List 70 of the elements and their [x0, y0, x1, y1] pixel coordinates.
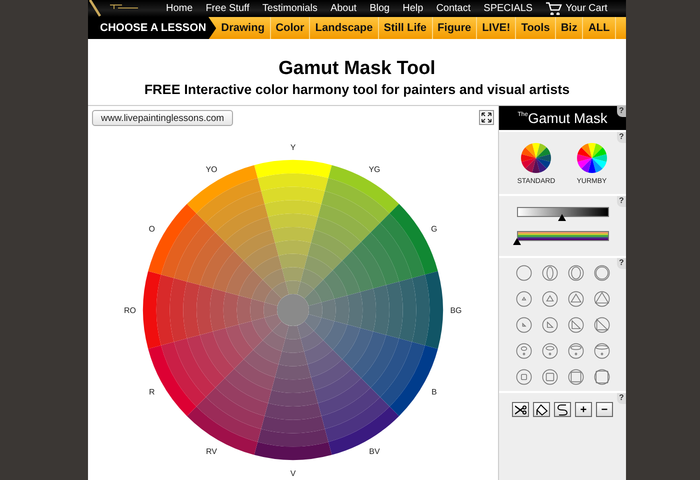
lens-mask-icon[interactable] [568, 264, 584, 280]
hue-label: RV [206, 447, 217, 456]
hue-label: G [431, 224, 438, 234]
help-badge[interactable]: ? [617, 106, 626, 117]
page-title: Gamut Mask Tool [278, 58, 436, 80]
nav-link[interactable]: About [330, 3, 357, 14]
hue-label: B [432, 388, 437, 396]
hue-label: BV [369, 447, 380, 456]
lesson-tab[interactable]: Landscape [310, 17, 379, 40]
nav-link[interactable]: Help [402, 3, 424, 14]
bowl-mask-icon[interactable] [568, 342, 584, 358]
help-badge[interactable]: ? [617, 196, 626, 207]
cart-icon [546, 2, 562, 15]
hue-label: Y [290, 143, 296, 152]
nav-link[interactable]: Free Stuff [206, 3, 250, 14]
hue-label: YG [368, 164, 380, 174]
lesson-tab[interactable]: Biz [556, 17, 584, 40]
hue-label: V [290, 469, 296, 478]
nav-link[interactable]: Contact [436, 3, 471, 14]
lesson-tab[interactable]: Drawing [216, 17, 271, 40]
color-wheel-icon[interactable] [576, 142, 608, 174]
curve-tool-button[interactable] [554, 402, 571, 417]
corner-mask-icon[interactable] [568, 316, 584, 332]
triangle-mask-icon[interactable] [594, 290, 610, 306]
help-badge[interactable]: ? [617, 393, 626, 404]
corner-mask-icon[interactable] [542, 316, 558, 332]
help-badge[interactable]: ? [617, 258, 626, 269]
bowl-mask-icon[interactable] [542, 342, 558, 358]
lens-mask-icon[interactable] [516, 264, 532, 280]
square-mask-icon[interactable] [516, 368, 532, 384]
bucket-tool-button[interactable] [533, 402, 550, 417]
lesson-tab[interactable]: Figure [432, 17, 478, 40]
triangle-mask-icon[interactable] [542, 290, 558, 306]
lesson-tab[interactable]: Tools [516, 17, 556, 40]
choose-lesson-label: CHOOSE A LESSON [88, 17, 216, 40]
hue-label: O [148, 224, 155, 234]
color-wheel-icon[interactable] [520, 142, 552, 174]
lesson-tab[interactable]: ALL [583, 17, 616, 40]
square-mask-icon[interactable] [542, 368, 558, 384]
nav-link[interactable]: Blog [370, 3, 390, 14]
nav-link[interactable]: Home [166, 3, 193, 14]
hue-label: R [148, 388, 155, 396]
corner-mask-icon[interactable] [594, 316, 610, 332]
website-button[interactable]: www.livepaintinglessons.com [92, 110, 234, 126]
nav-link[interactable]: Testimonials [262, 3, 318, 14]
bowl-mask-icon[interactable] [594, 342, 610, 358]
lens-mask-icon[interactable] [542, 264, 558, 280]
value-slider[interactable] [516, 207, 608, 221]
lesson-tab[interactable]: Still Life [378, 17, 433, 40]
help-badge[interactable]: ? [617, 132, 626, 143]
nav-link[interactable]: SPECIALS [484, 3, 533, 14]
lesson-tab[interactable]: Color [270, 17, 310, 40]
fullscreen-icon[interactable] [479, 110, 494, 125]
bowl-mask-icon[interactable] [516, 342, 532, 358]
nav-link[interactable]: Your Cart [546, 2, 608, 15]
color-wheel-drawing[interactable] [143, 160, 443, 460]
tool-button[interactable]: + [575, 402, 592, 417]
lens-mask-icon[interactable] [594, 264, 610, 280]
lesson-tab[interactable]: LIVE! [477, 17, 516, 40]
triangle-mask-icon[interactable] [568, 290, 584, 306]
square-mask-icon[interactable] [594, 368, 610, 384]
square-mask-icon[interactable] [568, 368, 584, 384]
tool-button[interactable]: − [596, 402, 613, 417]
hue-label: RO [124, 306, 136, 315]
corner-mask-icon[interactable] [516, 316, 532, 332]
hue-label: YO [206, 164, 218, 174]
triangle-mask-icon[interactable] [516, 290, 532, 306]
page-subtitle: FREE Interactive color harmony tool for painters and visual artists [143, 82, 571, 97]
hue-label: BG [450, 306, 462, 315]
scissors-tool-button[interactable] [512, 402, 529, 417]
